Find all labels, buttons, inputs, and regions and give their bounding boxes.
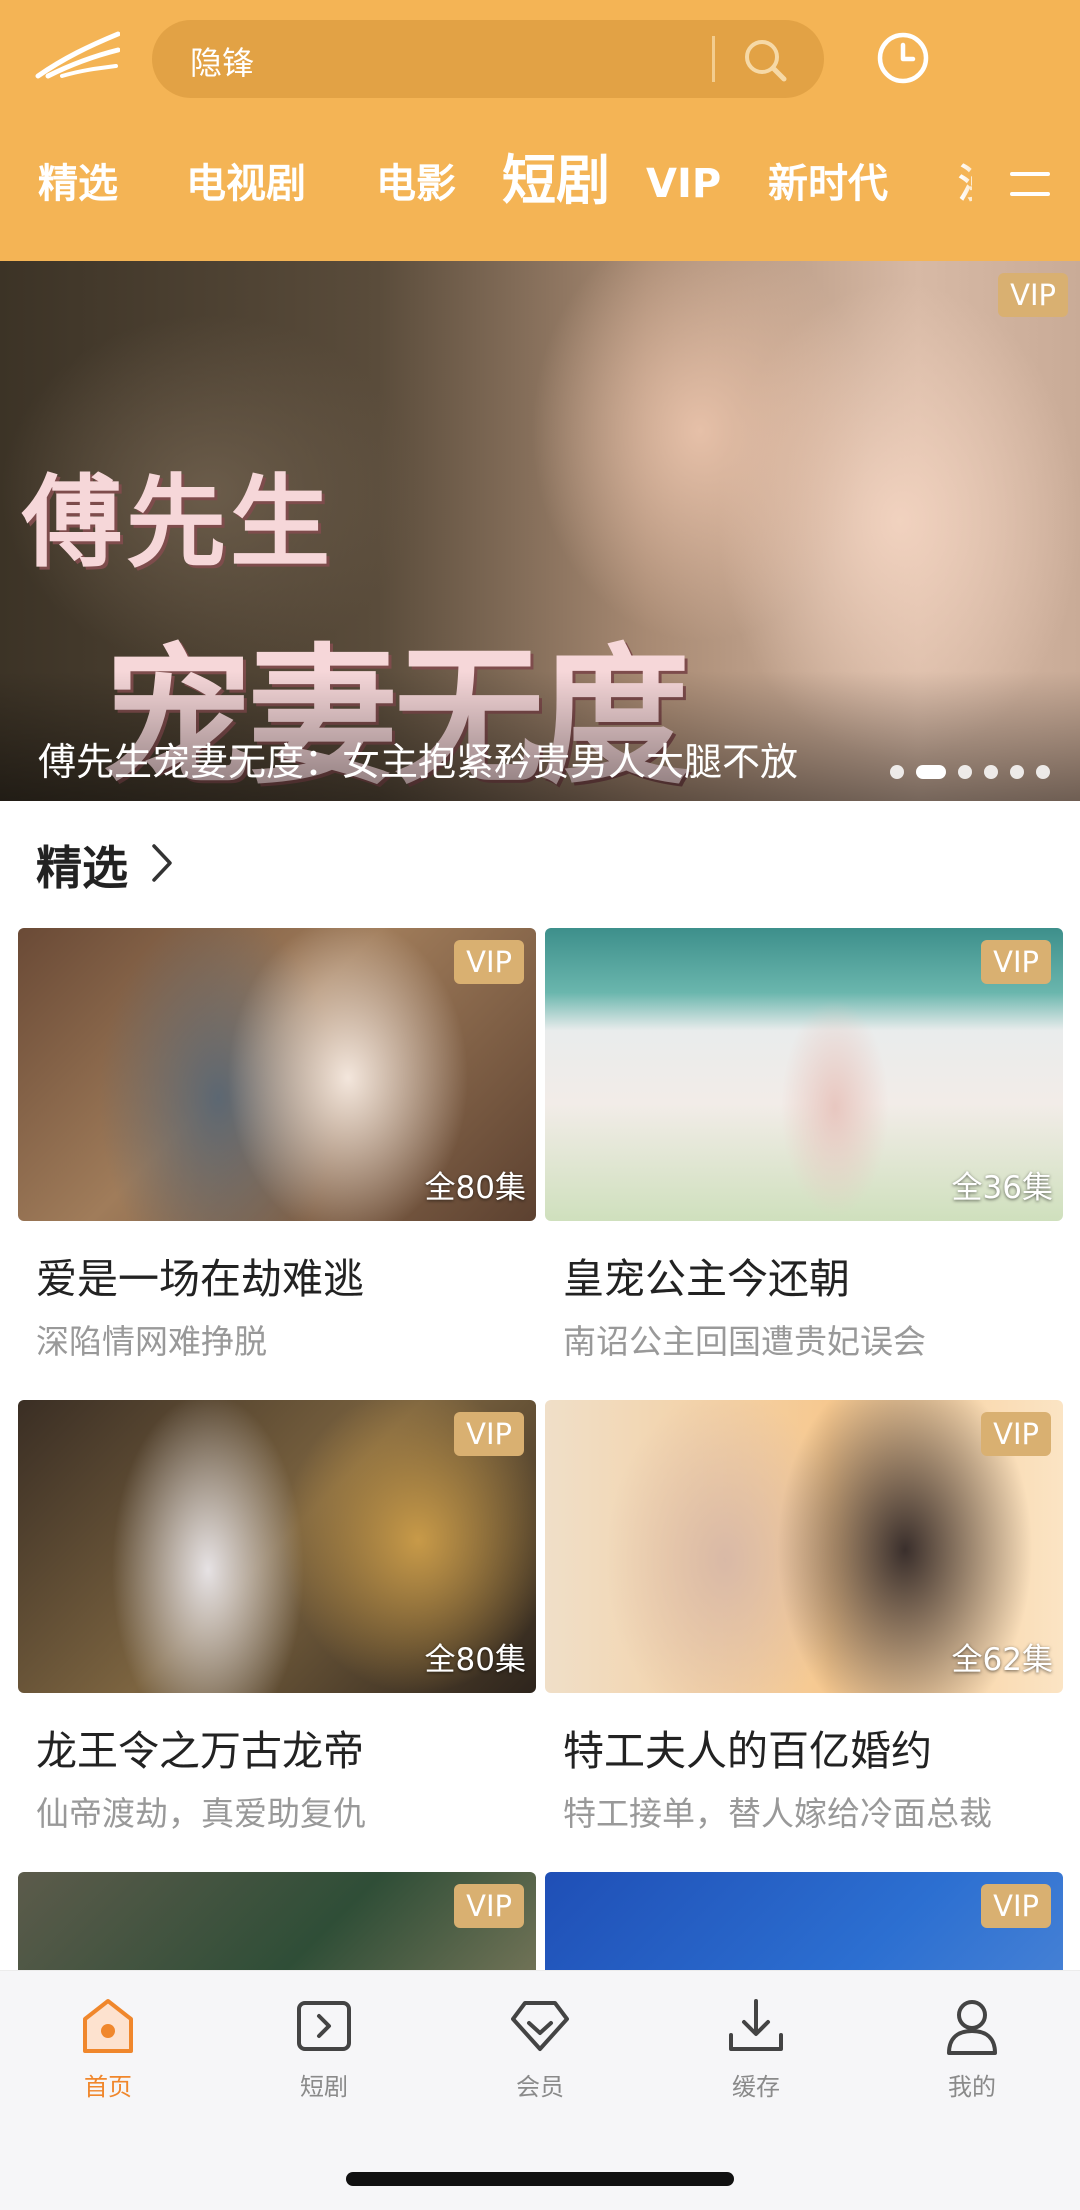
drama-thumbnail[interactable]: VIP 全62集 [545,1400,1063,1693]
chevron-right-icon[interactable] [150,842,174,884]
history-clock-icon[interactable] [875,30,931,86]
drama-card[interactable]: VIP 全62集 特工夫人的百亿婚约 特工接单，替人嫁给冷面总裁 [545,1400,1063,1835]
drama-subtitle: 南诏公主回国遭贵妃误会 [563,1322,926,1361]
nav-profile[interactable]: 我的 [902,1995,1042,2102]
carousel-dot[interactable] [984,765,998,779]
banner-caption: 傅先生宠妻无度：女主抱紧矜贵男人大腿不放 [38,740,799,784]
top-header: 隐锋 [0,0,1080,261]
nav-label: 首页 [84,2073,132,2101]
tab-tv-series[interactable]: 电视剧 [186,160,306,208]
vip-badge: VIP [981,1884,1051,1928]
vip-badge: VIP [998,273,1068,317]
drama-thumbnail[interactable]: VIP 全36集 [545,928,1063,1221]
nav-membership[interactable]: 会员 [470,1995,610,2102]
nav-short-drama[interactable]: 短剧 [254,1995,394,2102]
carousel-dots [890,764,1050,780]
drama-thumbnail[interactable]: VIP 全80集 [18,928,536,1221]
tab-new-era[interactable]: 新时代 [768,160,888,208]
drama-card[interactable]: VIP 全36集 皇宠公主今还朝 南诏公主回国遭贵妃误会 [545,928,1063,1363]
drama-title[interactable]: 爱是一场在劫难逃 [36,1245,536,1305]
diamond-icon [511,2001,569,2051]
vip-badge: VIP [981,1412,1051,1456]
search-input[interactable]: 隐锋 [190,38,254,84]
nav-label: 短剧 [300,2073,348,2101]
nav-label: 会员 [516,2073,564,2101]
tab-featured[interactable]: 精选 [38,160,118,208]
nav-home[interactable]: 首页 [38,1995,178,2102]
carousel-dot[interactable] [958,765,972,779]
carousel-dot-active[interactable] [916,765,946,779]
tab-short-drama[interactable]: 短剧 [502,150,610,212]
episode-count: 全62集 [951,1642,1053,1678]
carousel-dot[interactable] [1010,765,1024,779]
drama-subtitle: 深陷情网难挣脱 [36,1322,267,1361]
menu-icon[interactable] [1008,168,1052,200]
vip-badge: VIP [454,1412,524,1456]
episode-count: 全36集 [951,1170,1053,1206]
search-divider [712,36,715,82]
carousel-dot[interactable] [1036,765,1050,779]
drama-card[interactable]: VIP 全80集 爱是一场在劫难逃 深陷情网难挣脱 [18,928,536,1363]
home-icon [83,1999,133,2053]
drama-thumbnail[interactable]: VIP 全80集 [18,1400,536,1693]
download-icon [729,1999,783,2051]
drama-subtitle: 仙帝渡劫，真爱助复仇 [36,1794,366,1833]
drama-subtitle: 特工接单，替人嫁给冷面总裁 [563,1794,992,1833]
nav-label: 缓存 [732,2073,780,2101]
banner-art-line1: 傅先生 [22,463,334,581]
home-indicator [346,2172,734,2186]
app-logo[interactable] [34,30,120,80]
episode-count: 全80集 [424,1170,526,1206]
vip-badge: VIP [981,940,1051,984]
carousel-dot[interactable] [890,765,904,779]
play-square-icon [297,2001,351,2051]
drama-title[interactable]: 皇宠公主今还朝 [563,1245,1063,1305]
search-icon[interactable] [740,35,790,85]
nav-downloads[interactable]: 缓存 [686,1995,826,2102]
nav-label: 我的 [948,2073,996,2101]
tab-vip[interactable]: VIP [646,160,721,208]
drama-card[interactable]: VIP 全80集 龙王令之万古龙帝 仙帝渡劫，真爱助复仇 [18,1400,536,1835]
drama-title[interactable]: 特工夫人的百亿婚约 [563,1717,1063,1777]
vip-badge: VIP [454,1884,524,1928]
drama-title[interactable]: 龙王令之万古龙帝 [36,1717,536,1777]
tab-movies[interactable]: 电影 [376,160,456,208]
search-bar[interactable]: 隐锋 [152,20,824,98]
hero-banner[interactable]: 傅先生 宠妻无度 VIP 傅先生宠妻无度：女主抱紧矜贵男人大腿不放 [0,261,1080,801]
user-icon [947,2000,997,2055]
section-title[interactable]: 精选 [36,832,128,898]
episode-count: 全80集 [424,1642,526,1678]
category-tabs: 精选 电视剧 电影 短剧 VIP 新时代 漫 [0,150,1080,220]
vip-badge: VIP [454,940,524,984]
